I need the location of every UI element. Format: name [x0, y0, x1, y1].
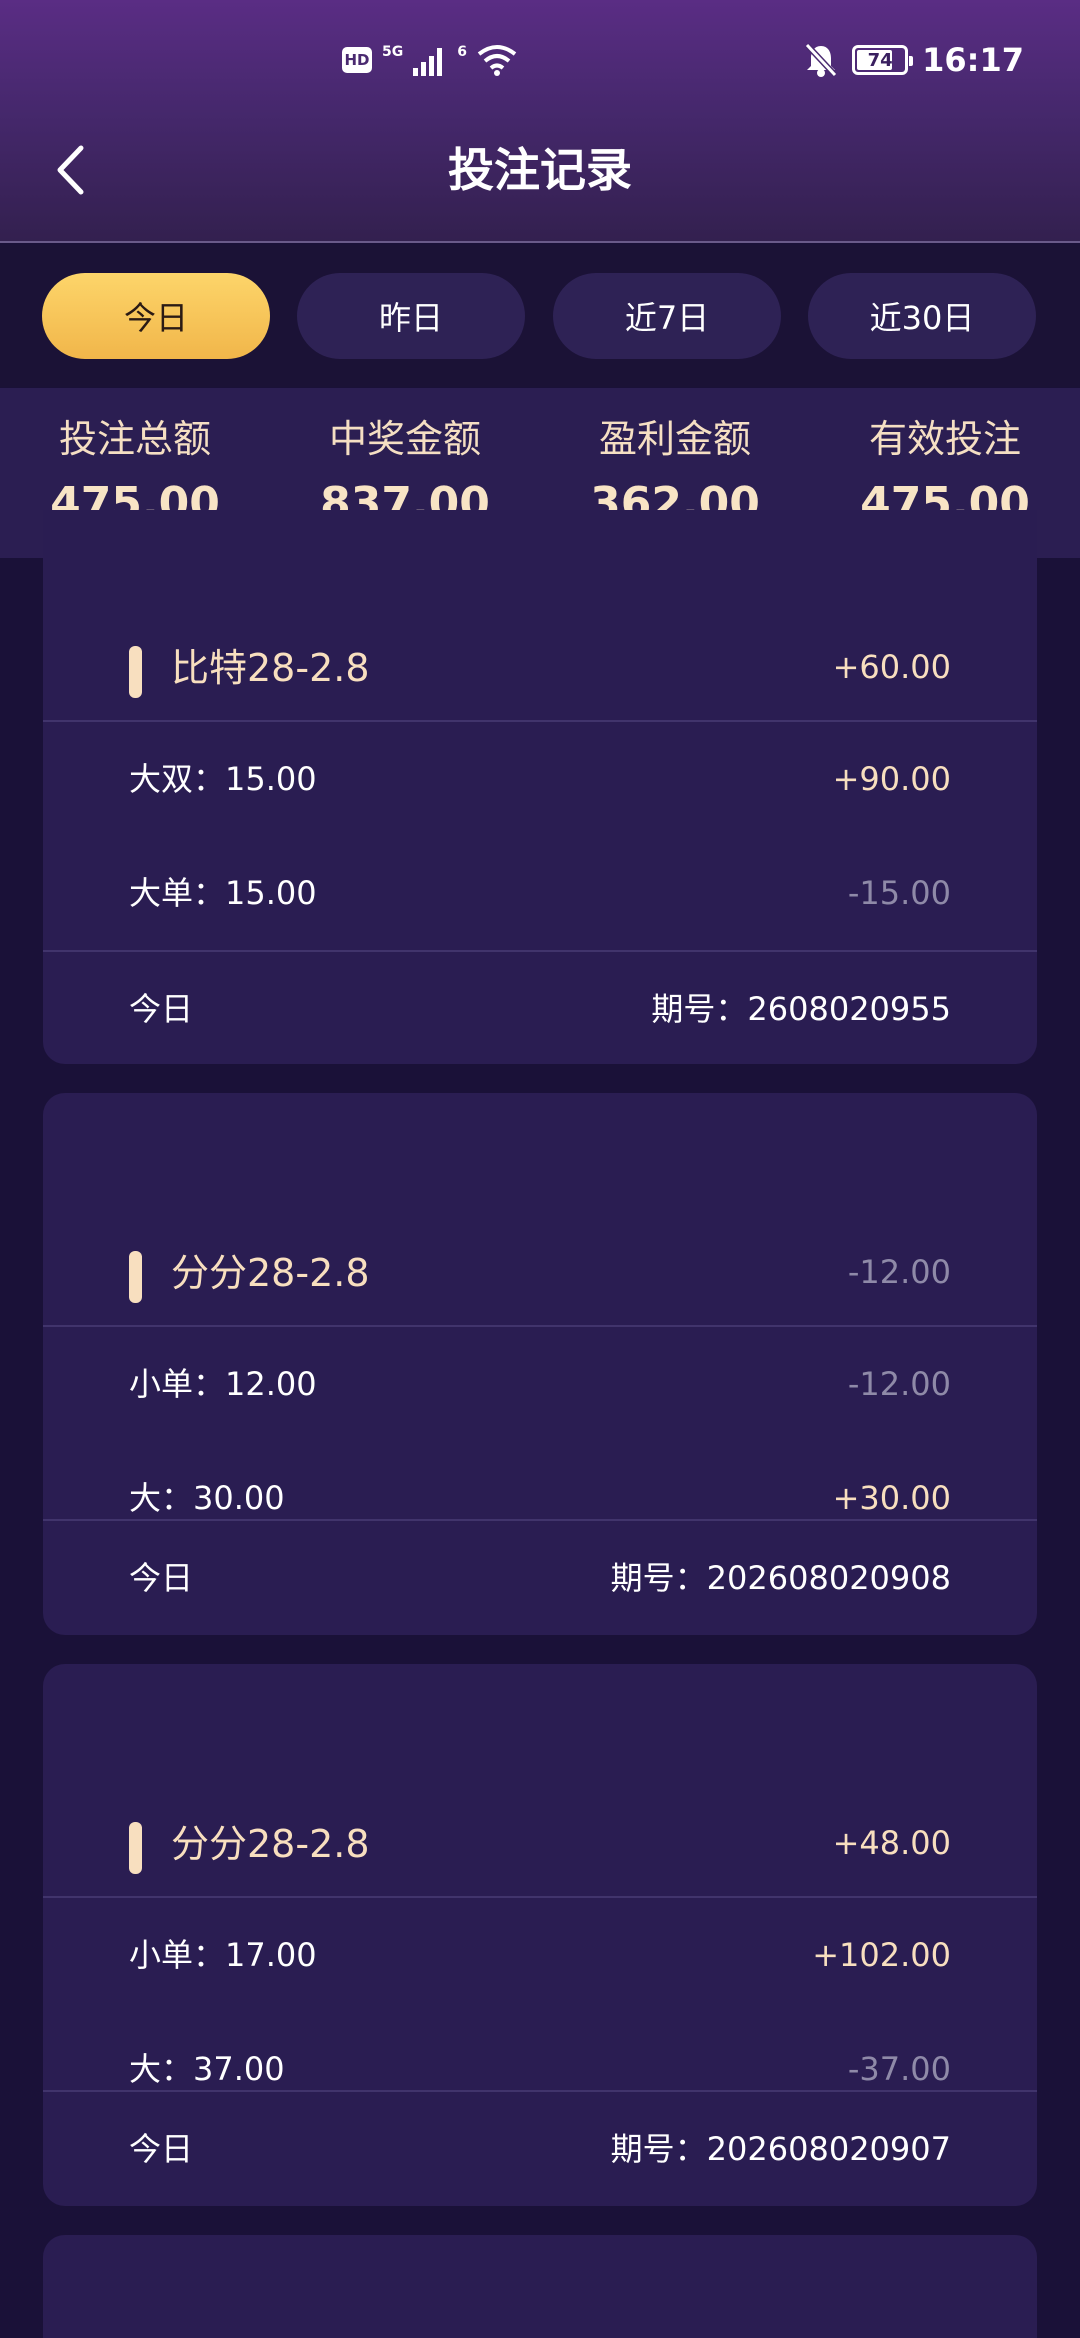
title-accent-bar	[129, 646, 142, 698]
bet-label: 小单：12.00	[129, 1365, 317, 1403]
tab-last-7-days[interactable]: 近7日	[553, 273, 781, 359]
game-title: 比特28-2.8	[171, 646, 370, 690]
card-title-row: 分分28-2.8 -12.00	[43, 1213, 1037, 1327]
bet-record-card[interactable]: 比特28-2.8 +60.00 大双：15.00 +90.00 大单：15.00…	[43, 510, 1037, 1064]
bet-amount: +102.00	[812, 1936, 951, 1974]
record-total: +60.00	[832, 648, 951, 686]
record-total: -12.00	[847, 1253, 951, 1291]
bet-row: 小单：17.00 +102.00	[43, 1900, 1037, 2012]
bet-label: 大双：15.00	[129, 760, 317, 798]
tab-last-30-days[interactable]: 近30日	[808, 273, 1036, 359]
network-type-label: 5G	[382, 44, 404, 60]
wifi-icon	[477, 45, 517, 76]
bet-label: 大单：15.00	[129, 874, 317, 912]
card-title-row: 分分28-2.8 +48.00	[43, 1784, 1037, 1898]
summary-label: 投注总额	[58, 417, 211, 461]
game-title: 分分28-2.8	[171, 1822, 370, 1866]
bet-row: 大双：15.00 +90.00	[43, 724, 1037, 836]
bet-label: 大：30.00	[129, 1479, 285, 1517]
tab-yesterday[interactable]: 昨日	[297, 273, 525, 359]
bet-amount: -15.00	[847, 874, 951, 912]
title-accent-bar	[129, 1251, 142, 1303]
bet-label: 大：37.00	[129, 2050, 285, 2088]
date-filter-tabs: 今日 昨日 近7日 近30日	[0, 245, 1080, 387]
status-bar: HD 5G 6 74 16:17	[0, 0, 1080, 120]
tab-today[interactable]: 今日	[42, 273, 270, 359]
summary-label: 中奖金额	[328, 417, 481, 461]
record-day: 今日	[129, 990, 194, 1028]
battery-level: 74	[867, 49, 893, 71]
card-footer: 今日 期号：202608020908	[43, 1519, 1037, 1633]
bet-amount: -12.00	[847, 1365, 951, 1403]
bet-amount: +30.00	[832, 1479, 951, 1517]
issue-number: 期号：202608020907	[610, 2130, 951, 2168]
record-day: 今日	[129, 2130, 194, 2168]
card-footer: 今日 期号：2608020955	[43, 950, 1037, 1064]
bet-row: 小单：12.00 -12.00	[43, 1329, 1037, 1441]
bet-row: 大单：15.00 -15.00	[43, 838, 1037, 950]
title-accent-bar	[129, 1822, 142, 1874]
status-time: 16:17	[922, 41, 1024, 79]
bell-off-icon	[804, 42, 838, 78]
issue-number: 期号：202608020908	[610, 1559, 951, 1597]
hd-icon: HD	[342, 47, 372, 73]
issue-number: 期号：2608020955	[651, 990, 951, 1028]
battery-icon: 74	[852, 45, 914, 75]
app-header: HD 5G 6 74 16:17 投注记录	[0, 0, 1080, 243]
summary-label: 盈利金额	[598, 417, 751, 461]
bet-label: 小单：17.00	[129, 1936, 317, 1974]
summary-label: 有效投注	[868, 417, 1021, 461]
bet-amount: -37.00	[847, 2050, 951, 2088]
cell-signal-icon	[413, 48, 443, 76]
bet-amount: +90.00	[832, 760, 951, 798]
wifi-label: 6	[457, 44, 467, 60]
status-left: HD 5G 6	[342, 40, 517, 80]
card-title-row: 比特28-2.8 +60.00	[43, 608, 1037, 722]
bet-record-card[interactable]: 分分28-2.8 +48.00 小单：17.00 +102.00 大：37.00…	[43, 1664, 1037, 2206]
card-footer: 今日 期号：202608020907	[43, 2090, 1037, 2204]
record-total: +48.00	[832, 1824, 951, 1862]
status-right: 74 16:17	[804, 36, 1024, 84]
bet-record-card-partial[interactable]	[43, 2235, 1037, 2338]
bet-record-card[interactable]: 分分28-2.8 -12.00 小单：12.00 -12.00 大：30.00 …	[43, 1093, 1037, 1635]
record-day: 今日	[129, 1559, 194, 1597]
page-title: 投注记录	[448, 143, 632, 197]
game-title: 分分28-2.8	[171, 1251, 370, 1295]
